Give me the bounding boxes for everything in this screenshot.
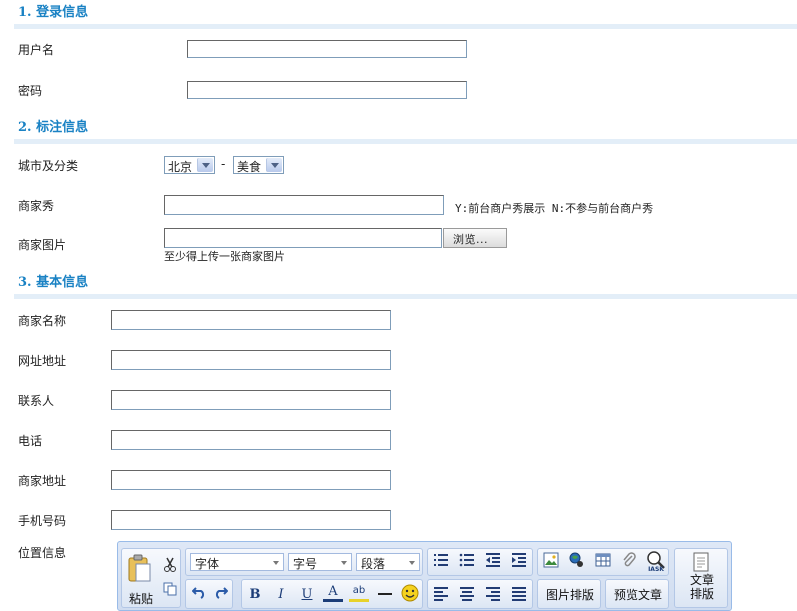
font-family-select[interactable]: 字体	[190, 553, 284, 571]
undo-icon[interactable]	[189, 585, 209, 605]
chevron-down-icon	[197, 158, 213, 172]
font-family-value: 字体	[195, 557, 220, 571]
iask-label: IASK	[648, 566, 664, 573]
section-divider	[14, 24, 797, 29]
paragraph-value: 段落	[361, 557, 386, 571]
list-group	[427, 548, 533, 576]
article-layout-label-line2: 排版	[689, 587, 714, 601]
website-input[interactable]	[111, 350, 391, 370]
italic-icon[interactable]: I	[271, 585, 291, 605]
image-layout-button[interactable]: 图片排版	[537, 579, 601, 609]
section-title-basic: 3. 基本信息	[18, 275, 89, 290]
chevron-down-icon	[273, 561, 279, 565]
insert-group: IASK	[537, 548, 669, 576]
phone-input[interactable]	[111, 430, 391, 450]
paragraph-select[interactable]: 段落	[356, 553, 420, 571]
section-divider	[14, 139, 797, 144]
attachment-icon[interactable]	[619, 552, 639, 572]
merchant-show-input[interactable]	[164, 195, 444, 215]
cut-icon[interactable]	[160, 557, 180, 577]
insert-image-icon[interactable]	[541, 552, 561, 572]
mobile-label: 手机号码	[18, 514, 67, 528]
phone-label: 电话	[18, 434, 43, 448]
article-layout-label: 文章 排版	[675, 573, 729, 601]
outdent-icon[interactable]	[483, 552, 503, 572]
indent-icon[interactable]	[509, 552, 529, 572]
emoticon-icon[interactable]	[400, 584, 420, 604]
password-label: 密码	[18, 84, 43, 98]
font-group: 字体 字号 段落	[185, 548, 423, 576]
align-right-icon[interactable]	[483, 585, 503, 605]
contact-label: 联系人	[18, 394, 55, 408]
chevron-down-icon	[409, 561, 415, 565]
text-format-group: B I U A ab	[241, 579, 423, 609]
article-layout-label-line1: 文章	[689, 573, 714, 587]
ordered-list-icon[interactable]	[431, 552, 451, 572]
merchant-show-hint: Y:前台商户秀展示 N:不参与前台商户秀	[455, 202, 654, 215]
mobile-input[interactable]	[111, 510, 391, 530]
align-left-icon[interactable]	[431, 585, 451, 605]
rich-text-editor-toolbar: 粘贴 字体 字号 段落 IASK 文章 排版 B I U A ab 图片排版 预…	[117, 541, 732, 611]
website-label: 网址地址	[18, 354, 67, 368]
city-select-value: 北京	[168, 160, 193, 174]
password-input[interactable]	[187, 81, 467, 99]
font-color-icon[interactable]: A	[323, 585, 343, 602]
location-label: 位置信息	[18, 546, 67, 560]
browse-button[interactable]: 浏览...	[443, 228, 507, 248]
alignment-group	[427, 579, 533, 609]
paste-icon[interactable]	[126, 553, 152, 583]
username-label: 用户名	[18, 43, 55, 57]
merchant-image-note: 至少得上传一张商家图片	[164, 250, 285, 263]
merchant-name-label: 商家名称	[18, 314, 67, 328]
clipboard-group: 粘贴	[121, 548, 181, 608]
redo-icon[interactable]	[211, 585, 231, 605]
merchant-show-label: 商家秀	[18, 199, 55, 213]
section-divider	[14, 294, 797, 299]
preview-article-button[interactable]: 预览文章	[605, 579, 669, 609]
font-size-select[interactable]: 字号	[288, 553, 352, 571]
section-title-tagging: 2. 标注信息	[18, 120, 89, 135]
horizontal-rule-icon[interactable]	[375, 585, 395, 605]
insert-media-icon[interactable]	[567, 552, 587, 572]
copy-icon[interactable]	[160, 582, 180, 602]
city-category-label: 城市及分类	[18, 159, 79, 173]
align-justify-icon[interactable]	[509, 585, 529, 605]
merchant-image-label: 商家图片	[18, 238, 67, 252]
city-category-separator: -	[221, 157, 226, 171]
unordered-list-icon[interactable]	[457, 552, 477, 572]
address-input[interactable]	[111, 470, 391, 490]
highlight-icon[interactable]: ab	[349, 585, 369, 602]
article-layout-button[interactable]: 文章 排版	[674, 548, 728, 608]
iask-search-icon[interactable]: IASK	[645, 550, 667, 574]
chevron-down-icon	[341, 561, 347, 565]
category-select-value: 美食	[237, 160, 262, 174]
merchant-image-file-input[interactable]	[164, 228, 442, 248]
insert-table-icon[interactable]	[593, 552, 613, 572]
align-center-icon[interactable]	[457, 585, 477, 605]
address-label: 商家地址	[18, 474, 67, 488]
document-icon	[690, 552, 712, 572]
font-size-value: 字号	[293, 557, 318, 571]
city-select[interactable]: 北京	[164, 156, 215, 174]
merchant-name-input[interactable]	[111, 310, 391, 330]
category-select[interactable]: 美食	[233, 156, 284, 174]
image-layout-label: 图片排版	[545, 588, 594, 602]
chevron-down-icon	[266, 158, 282, 172]
preview-article-label: 预览文章	[613, 588, 662, 602]
underline-icon[interactable]: U	[297, 585, 317, 605]
paste-label[interactable]: 粘贴	[124, 590, 158, 607]
username-input[interactable]	[187, 40, 467, 58]
contact-input[interactable]	[111, 390, 391, 410]
undo-redo-group	[185, 579, 233, 609]
bold-icon[interactable]: B	[245, 585, 265, 605]
section-title-login: 1. 登录信息	[18, 5, 89, 20]
